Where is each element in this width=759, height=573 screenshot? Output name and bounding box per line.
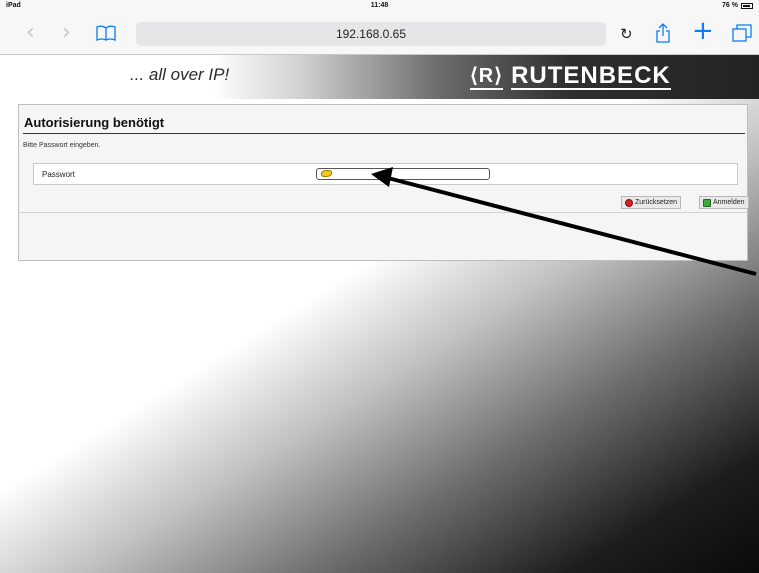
login-panel: Autorisierung benötigt Bitte Passwort ei… [18,104,749,261]
battery-icon [741,2,753,9]
bookmarks-icon[interactable] [96,24,116,46]
forward-icon[interactable]: › [62,22,71,44]
tabs-icon[interactable] [732,24,752,47]
logo-text: RUTENBECK [511,61,671,90]
reset-label: Zurücksetzen [635,199,678,206]
panel-title: Autorisierung benötigt [24,115,165,130]
button-row: Zurücksetzen Anmelden [23,196,749,210]
reload-icon[interactable]: ↻ [620,23,633,45]
address-bar[interactable]: 192.168.0.65 [136,22,606,46]
web-page: ... all over IP! ⟨R⟩ RUTENBECK Autorisie… [0,55,759,573]
brand-header: ... all over IP! ⟨R⟩ RUTENBECK [0,55,759,99]
title-divider [23,133,745,134]
reset-button[interactable]: Zurücksetzen [621,196,682,209]
password-hint: Bitte Passwort eingeben. [23,142,101,149]
status-time: 11:48 [370,2,389,9]
login-button[interactable]: Anmelden [699,196,749,209]
back-icon[interactable]: ‹ [26,22,35,44]
status-bar: iPad 11:48 76 % [0,0,759,14]
reset-icon [625,198,633,207]
browser-toolbar: ‹ › 192.168.0.65 ↻ + [0,14,759,55]
share-icon[interactable] [655,23,671,48]
new-tab-icon[interactable]: + [692,18,714,44]
password-row: Passwort [33,163,738,185]
slogan: ... all over IP! [130,65,230,84]
key-icon [321,170,332,177]
panel-bottom-divider [19,212,747,213]
battery-indicator: 76 % [722,2,753,9]
login-label: Anmelden [713,199,745,206]
logo-mark: ⟨R⟩ [470,63,504,90]
url-text: 192.168.0.65 [335,27,407,41]
password-field[interactable] [316,168,490,180]
login-icon [703,198,711,207]
password-label: Passwort [42,170,75,179]
rutenbeck-logo: ⟨R⟩ RUTENBECK [470,63,671,90]
battery-percent: 76 % [722,2,738,9]
